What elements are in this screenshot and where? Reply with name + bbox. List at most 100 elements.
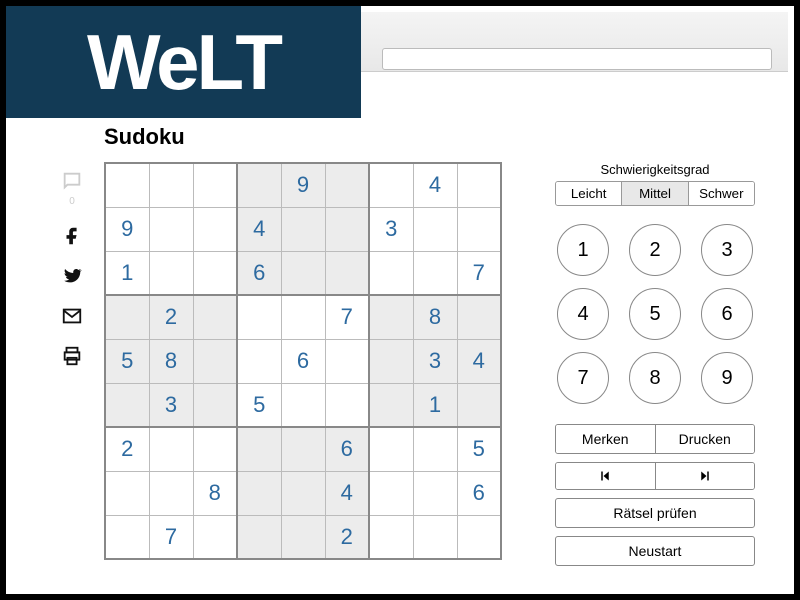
numpad-5[interactable]: 5 xyxy=(629,288,681,340)
numpad-2[interactable]: 2 xyxy=(629,224,681,276)
merken-button[interactable]: Merken xyxy=(556,425,656,453)
sudoku-cell[interactable] xyxy=(281,383,325,427)
sudoku-cell[interactable] xyxy=(149,163,193,207)
sudoku-cell[interactable]: 6 xyxy=(325,427,369,471)
twitter-icon[interactable] xyxy=(61,265,83,287)
sudoku-cell[interactable] xyxy=(281,295,325,339)
sudoku-cell[interactable] xyxy=(149,471,193,515)
sudoku-cell[interactable] xyxy=(105,163,149,207)
sudoku-cell[interactable]: 7 xyxy=(325,295,369,339)
sudoku-cell[interactable] xyxy=(413,515,457,559)
sudoku-cell[interactable] xyxy=(237,515,281,559)
sudoku-cell[interactable]: 1 xyxy=(413,383,457,427)
sudoku-cell[interactable] xyxy=(193,207,237,251)
sudoku-cell[interactable] xyxy=(369,515,413,559)
sudoku-cell[interactable] xyxy=(237,427,281,471)
numpad-6[interactable]: 6 xyxy=(701,288,753,340)
sudoku-cell[interactable]: 8 xyxy=(413,295,457,339)
sudoku-cell[interactable] xyxy=(281,515,325,559)
sudoku-cell[interactable] xyxy=(105,383,149,427)
sudoku-cell[interactable] xyxy=(149,427,193,471)
sudoku-cell[interactable]: 6 xyxy=(281,339,325,383)
facebook-icon[interactable] xyxy=(61,225,83,247)
sudoku-cell[interactable]: 3 xyxy=(149,383,193,427)
sudoku-cell[interactable] xyxy=(325,163,369,207)
numpad-4[interactable]: 4 xyxy=(557,288,609,340)
sudoku-cell[interactable] xyxy=(369,383,413,427)
sudoku-cell[interactable]: 9 xyxy=(281,163,325,207)
sudoku-cell[interactable] xyxy=(281,427,325,471)
sudoku-cell[interactable]: 5 xyxy=(457,427,501,471)
restart-button[interactable]: Neustart xyxy=(555,536,755,566)
sudoku-cell[interactable]: 3 xyxy=(413,339,457,383)
sudoku-cell[interactable] xyxy=(325,251,369,295)
sudoku-cell[interactable] xyxy=(413,471,457,515)
print-icon[interactable] xyxy=(61,345,83,367)
difficulty-medium[interactable]: Mittel xyxy=(622,182,688,205)
sudoku-cell[interactable] xyxy=(281,471,325,515)
sudoku-cell[interactable] xyxy=(457,383,501,427)
sudoku-cell[interactable]: 8 xyxy=(149,339,193,383)
sudoku-cell[interactable]: 2 xyxy=(149,295,193,339)
sudoku-cell[interactable] xyxy=(369,295,413,339)
sudoku-cell[interactable]: 2 xyxy=(105,427,149,471)
check-button[interactable]: Rätsel prüfen xyxy=(555,498,755,528)
sudoku-cell[interactable] xyxy=(105,471,149,515)
url-bar[interactable] xyxy=(382,48,772,70)
email-icon[interactable] xyxy=(61,305,83,327)
numpad-8[interactable]: 8 xyxy=(629,352,681,404)
sudoku-cell[interactable]: 8 xyxy=(193,471,237,515)
sudoku-cell[interactable]: 4 xyxy=(413,163,457,207)
sudoku-cell[interactable]: 5 xyxy=(237,383,281,427)
sudoku-cell[interactable] xyxy=(281,251,325,295)
sudoku-cell[interactable] xyxy=(105,515,149,559)
site-logo[interactable]: WeLT xyxy=(6,6,361,118)
sudoku-cell[interactable] xyxy=(193,339,237,383)
sudoku-cell[interactable] xyxy=(149,207,193,251)
sudoku-cell[interactable]: 6 xyxy=(237,251,281,295)
sudoku-cell[interactable] xyxy=(413,427,457,471)
sudoku-cell[interactable] xyxy=(193,295,237,339)
sudoku-cell[interactable]: 5 xyxy=(105,339,149,383)
sudoku-cell[interactable] xyxy=(237,339,281,383)
sudoku-cell[interactable] xyxy=(193,515,237,559)
sudoku-cell[interactable]: 4 xyxy=(325,471,369,515)
numpad-3[interactable]: 3 xyxy=(701,224,753,276)
sudoku-cell[interactable] xyxy=(369,339,413,383)
sudoku-cell[interactable] xyxy=(281,207,325,251)
sudoku-cell[interactable] xyxy=(193,163,237,207)
numpad-7[interactable]: 7 xyxy=(557,352,609,404)
sudoku-cell[interactable]: 4 xyxy=(237,207,281,251)
sudoku-cell[interactable] xyxy=(457,515,501,559)
sudoku-cell[interactable] xyxy=(369,471,413,515)
next-puzzle-button[interactable] xyxy=(656,463,755,489)
sudoku-cell[interactable]: 1 xyxy=(105,251,149,295)
sudoku-cell[interactable]: 9 xyxy=(105,207,149,251)
sudoku-cell[interactable] xyxy=(325,383,369,427)
sudoku-cell[interactable] xyxy=(413,207,457,251)
sudoku-cell[interactable]: 7 xyxy=(149,515,193,559)
sudoku-cell[interactable] xyxy=(369,251,413,295)
sudoku-cell[interactable]: 3 xyxy=(369,207,413,251)
sudoku-cell[interactable] xyxy=(369,163,413,207)
sudoku-cell[interactable] xyxy=(369,427,413,471)
difficulty-hard[interactable]: Schwer xyxy=(689,182,754,205)
numpad-9[interactable]: 9 xyxy=(701,352,753,404)
sudoku-cell[interactable] xyxy=(413,251,457,295)
difficulty-easy[interactable]: Leicht xyxy=(556,182,622,205)
sudoku-cell[interactable]: 4 xyxy=(457,339,501,383)
comment-icon[interactable] xyxy=(61,170,83,192)
sudoku-cell[interactable]: 2 xyxy=(325,515,369,559)
sudoku-cell[interactable] xyxy=(457,295,501,339)
sudoku-cell[interactable] xyxy=(193,427,237,471)
sudoku-cell[interactable] xyxy=(325,207,369,251)
numpad-1[interactable]: 1 xyxy=(557,224,609,276)
sudoku-cell[interactable] xyxy=(457,207,501,251)
sudoku-cell[interactable]: 6 xyxy=(457,471,501,515)
sudoku-cell[interactable]: 7 xyxy=(457,251,501,295)
sudoku-cell[interactable] xyxy=(193,383,237,427)
prev-puzzle-button[interactable] xyxy=(556,463,656,489)
sudoku-cell[interactable] xyxy=(237,471,281,515)
drucken-button[interactable]: Drucken xyxy=(656,425,755,453)
sudoku-cell[interactable] xyxy=(457,163,501,207)
